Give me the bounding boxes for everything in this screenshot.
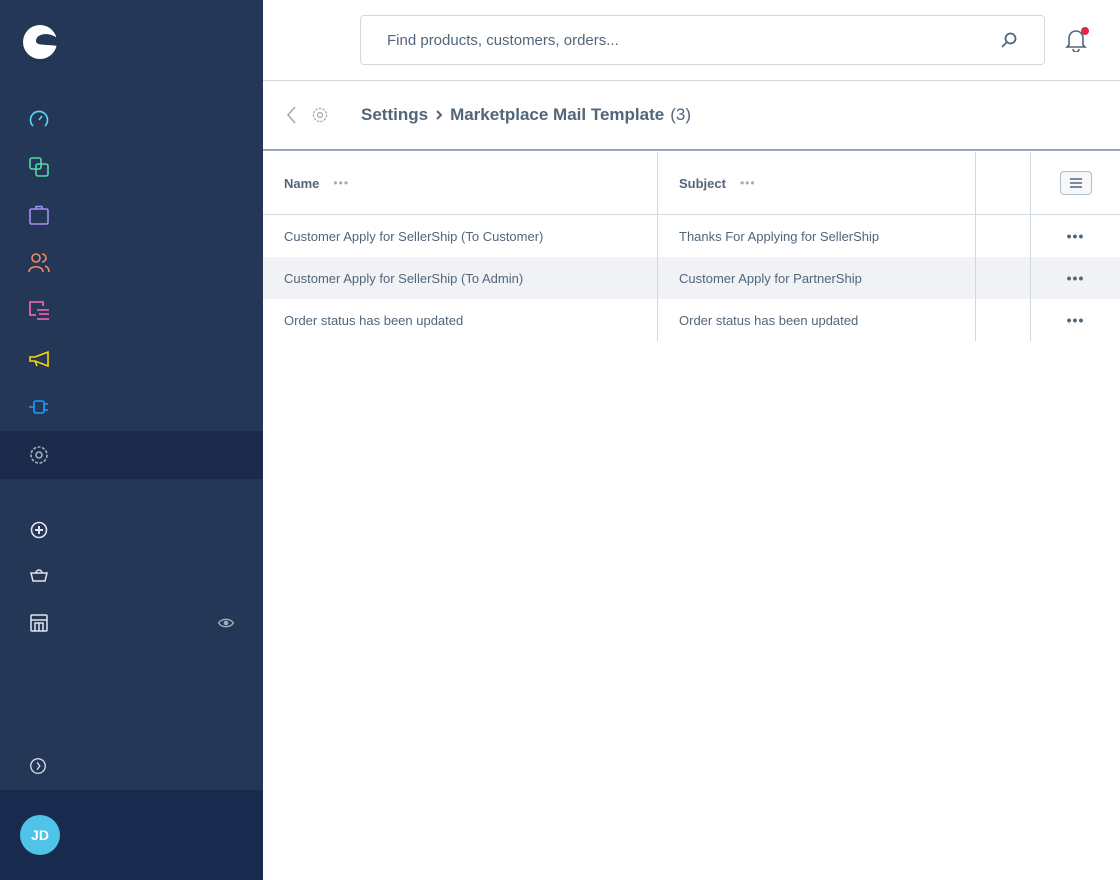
search-input[interactable] xyxy=(387,31,1000,49)
collapse-sidebar-button[interactable] xyxy=(0,742,263,790)
nav-orders[interactable] xyxy=(0,191,263,239)
orders-icon xyxy=(29,205,49,225)
chevron-right-icon xyxy=(436,110,443,120)
column-header-name[interactable]: Name xyxy=(284,176,319,191)
breadcrumb-parent[interactable]: Settings xyxy=(361,105,428,125)
headless-icon xyxy=(30,569,48,582)
cell-subject: Order status has been updated xyxy=(658,299,976,341)
nav-content[interactable] xyxy=(0,287,263,335)
cell-name: Customer Apply for SellerShip (To Custom… xyxy=(263,215,658,257)
search-icon[interactable] xyxy=(1000,31,1018,49)
grid-header: Name ••• Subject ••• xyxy=(263,152,1120,215)
sales-channel-storefront[interactable] xyxy=(0,599,263,647)
cell-subject: Thanks For Applying for SellerShip xyxy=(658,215,976,257)
column-header-subject[interactable]: Subject xyxy=(679,176,726,191)
storefront-icon xyxy=(30,614,48,632)
add-sales-channel[interactable] xyxy=(0,506,263,554)
sales-channel-headless[interactable] xyxy=(0,551,263,599)
breadcrumb: Settings Marketplace Mail Template (3) xyxy=(361,105,691,125)
nav-marketing[interactable] xyxy=(0,335,263,383)
marketing-icon xyxy=(29,350,49,368)
cell-name: Customer Apply for SellerShip (To Admin) xyxy=(263,257,658,299)
cell-subject: Customer Apply for PartnerShip xyxy=(658,257,976,299)
shopware-logo[interactable] xyxy=(22,24,58,60)
chevron-right-circle-icon xyxy=(30,758,46,774)
column-options-icon[interactable]: ••• xyxy=(740,176,756,190)
page-title: Marketplace Mail Template xyxy=(450,105,665,124)
cell-name: Order status has been updated xyxy=(263,299,658,341)
add-sales-channel-icon xyxy=(30,521,48,539)
settings-module-icon xyxy=(312,107,328,123)
back-icon[interactable] xyxy=(285,105,297,125)
row-actions-button[interactable]: ••• xyxy=(1067,270,1085,286)
catalogue-icon xyxy=(29,157,49,177)
nav-settings[interactable] xyxy=(0,431,263,479)
search-bar xyxy=(360,15,1045,65)
notifications-button[interactable] xyxy=(1065,27,1089,57)
row-actions-button[interactable]: ••• xyxy=(1067,312,1085,328)
smart-bar: Settings Marketplace Mail Template (3) xyxy=(263,81,1120,151)
nav-catalogue[interactable] xyxy=(0,143,263,191)
topbar xyxy=(263,0,1120,81)
list-icon xyxy=(1069,178,1082,188)
nav-extensions[interactable] xyxy=(0,383,263,431)
grid-settings-button[interactable] xyxy=(1059,171,1092,195)
sidebar: JD xyxy=(0,0,263,880)
extensions-icon xyxy=(29,400,48,414)
row-actions-button[interactable]: ••• xyxy=(1067,228,1085,244)
nav-customers[interactable] xyxy=(0,239,263,287)
settings-icon xyxy=(30,446,48,464)
table-row[interactable]: Customer Apply for SellerShip (To Custom… xyxy=(263,215,1120,257)
table-row[interactable]: Customer Apply for SellerShip (To Admin)… xyxy=(263,257,1120,299)
nav-dashboard[interactable] xyxy=(0,95,263,143)
table-row[interactable]: Order status has been updated Order stat… xyxy=(263,299,1120,341)
content-icon xyxy=(29,301,49,320)
record-count: (3) xyxy=(670,105,691,124)
notification-badge xyxy=(1081,27,1089,35)
avatar[interactable]: JD xyxy=(20,815,60,855)
mail-template-grid: Name ••• Subject ••• Customer Apply for Se… xyxy=(263,152,1120,341)
dashboard-icon xyxy=(29,110,49,127)
eye-icon[interactable] xyxy=(217,612,235,634)
customers-icon xyxy=(28,253,50,273)
column-options-icon[interactable]: ••• xyxy=(333,176,349,190)
